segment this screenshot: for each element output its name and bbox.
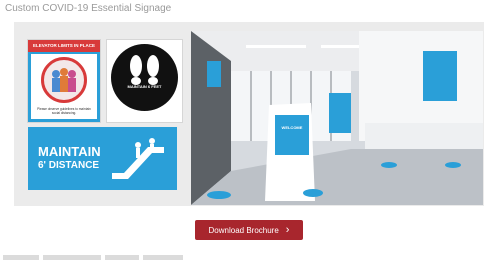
elevator-sign-body: Please observe guidelines to maintain so… — [31, 54, 97, 119]
elevator-sign-note: Please observe guidelines to maintain so… — [37, 107, 91, 115]
maintain-distance-sign: MAINTAIN 6' DISTANCE — [28, 127, 177, 190]
elevator-limit-sign: ELEVATOR LIMITS IN PLACE Please observe … — [28, 40, 100, 122]
floor-decal-text: MAINTAIN 6 FEET — [127, 84, 162, 89]
floor-decal-sign: MAINTAIN 6 FEET — [107, 40, 182, 122]
kiosk-sign-text: WELCOME — [281, 125, 303, 130]
escalator-icon — [112, 138, 164, 179]
download-brochure-label: Download Brochure — [208, 225, 279, 235]
download-brochure-button[interactable]: Download Brochure › — [195, 220, 303, 240]
elevator-sign-header: ELEVATOR LIMITS IN PLACE — [28, 40, 100, 52]
office-scene-photo: WELCOME — [191, 31, 483, 205]
distance-sign-line1: MAINTAIN — [38, 144, 101, 159]
chevron-right-icon: › — [285, 223, 290, 236]
distance-sign-line2: 6' DISTANCE — [38, 160, 100, 171]
footprints-icon — [111, 44, 178, 111]
people-group-icon — [41, 57, 87, 103]
page-title: Custom COVID-19 Essential Signage — [5, 3, 172, 14]
